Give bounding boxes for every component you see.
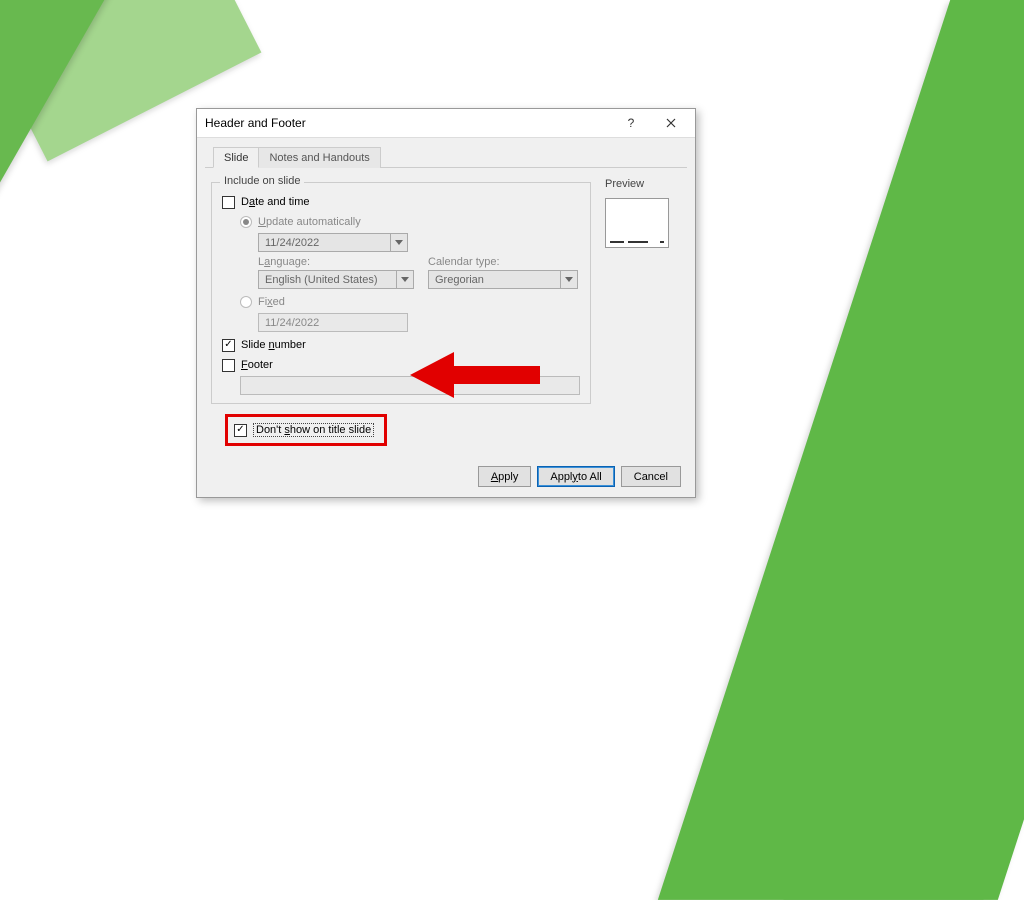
tab-slide[interactable]: Slide [213,147,259,168]
chevron-down-icon [560,271,577,288]
date-time-checkbox-row[interactable]: Date and time [222,193,580,211]
footer-label: Footer [241,359,273,371]
apply-button[interactable]: Apply [478,466,532,487]
slide-number-checkbox[interactable] [222,339,235,352]
preview-label: Preview [605,178,681,190]
date-time-checkbox[interactable] [222,196,235,209]
dont-show-title-checkbox[interactable] [234,424,247,437]
date-format-value: 11/24/2022 [265,237,390,249]
fixed-radio-row[interactable]: Fixed [222,293,580,311]
preview-thumbnail [605,198,669,248]
close-button[interactable] [651,112,691,134]
close-icon [666,118,676,128]
language-dropdown[interactable]: English (United States) [258,270,414,289]
apply-to-all-button[interactable]: Apply to All [537,466,614,487]
update-automatically-label: Update automatically [258,216,361,228]
language-value: English (United States) [265,274,396,286]
date-time-label: Date and time [241,196,310,208]
update-automatically-radio[interactable] [240,216,252,228]
annotation-highlight: Don't show on title slide [225,414,387,446]
date-format-dropdown[interactable]: 11/24/2022 [258,233,408,252]
header-footer-dialog: Header and Footer ? Slide Notes and Hand… [196,108,696,498]
group-legend: Include on slide [220,175,304,187]
dialog-buttons: Apply Apply to All Cancel [197,458,695,497]
fixed-radio[interactable] [240,296,252,308]
help-button[interactable]: ? [611,112,651,134]
bg-shape [0,0,110,200]
chevron-down-icon [390,234,407,251]
dont-show-title-label: Don't show on title slide [253,423,374,437]
fixed-date-textbox[interactable]: 11/24/2022 [258,313,408,332]
bg-shape [658,0,1024,900]
calendar-type-value: Gregorian [435,274,560,286]
dialog-title: Header and Footer [205,116,611,130]
fixed-label: Fixed [258,296,285,308]
tab-notes-handouts[interactable]: Notes and Handouts [258,147,380,168]
cancel-button[interactable]: Cancel [621,466,681,487]
slide-number-label: Slide number [241,339,306,351]
annotation-arrow [410,352,540,398]
language-label: Language: [258,256,418,268]
tab-bar: Slide Notes and Handouts [205,142,687,168]
titlebar: Header and Footer ? [197,109,695,138]
footer-checkbox[interactable] [222,359,235,372]
update-automatically-radio-row[interactable]: Update automatically [222,213,580,231]
chevron-down-icon [396,271,413,288]
calendar-type-dropdown[interactable]: Gregorian [428,270,578,289]
calendar-type-label: Calendar type: [428,256,580,268]
